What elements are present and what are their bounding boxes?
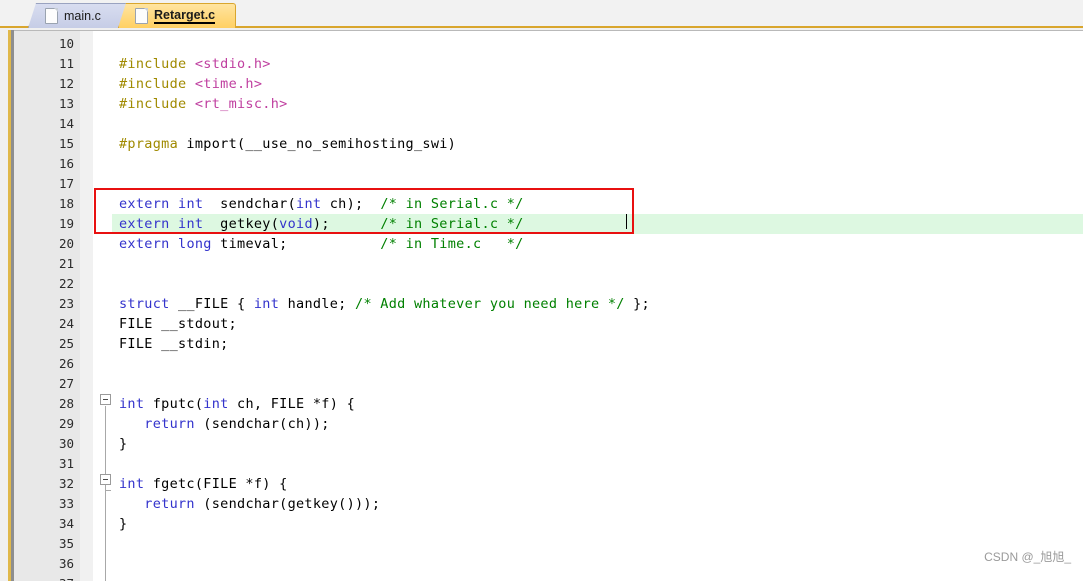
line-text: return (sendchar(getkey())); [144, 496, 381, 512]
line-text: } [119, 516, 128, 532]
line-number: 35 [58, 536, 74, 551]
code-line[interactable]: 36 [14, 554, 1083, 574]
code-line[interactable]: 28 int fputc(int ch, FILE *f) { [14, 394, 1083, 414]
code-line[interactable]: 33 return (sendchar(getkey())); [14, 494, 1083, 514]
line-number: 28 [58, 396, 74, 411]
line-number: 13 [58, 96, 74, 111]
code-line[interactable]: 13 #include <rt_misc.h> [14, 94, 1083, 114]
line-text: FILE __stdout; [119, 316, 237, 332]
line-number: 25 [58, 336, 74, 351]
tab-main-c[interactable]: main.c [28, 3, 128, 28]
line-number: 31 [58, 456, 74, 471]
watermark: CSDN @_旭旭_ [984, 550, 1071, 564]
file-icon [135, 8, 148, 24]
code-line[interactable]: 12 #include <time.h> [14, 74, 1083, 94]
code-line[interactable]: 37 [14, 574, 1083, 581]
code-line[interactable]: 15 #pragma import(__use_no_semihosting_sw… [14, 134, 1083, 154]
line-text: #include <stdio.h> [119, 56, 271, 72]
line-number: 29 [58, 416, 74, 431]
code-lines[interactable]: 10 11 #include <stdio.h> 12 #include <time.h… [14, 34, 1083, 581]
line-text: int fgetc(FILE *f) { [119, 476, 288, 492]
line-text: struct __FILE { int handle; /* Add whate… [119, 296, 650, 312]
line-text: extern int sendchar(int ch); /* in Seria… [119, 196, 524, 212]
code-editor-window: main.c Retarget.c 10 11 #include <stdio.h>… [0, 0, 1083, 581]
code-line[interactable]: 27 [14, 374, 1083, 394]
line-number: 23 [58, 296, 74, 311]
code-line[interactable]: 22 [14, 274, 1083, 294]
line-number: 30 [58, 436, 74, 451]
code-line[interactable]: 20 extern long timeval; /* in Time.c */ [14, 234, 1083, 254]
text-caret [626, 214, 627, 229]
line-text: } [119, 436, 128, 452]
editor-tab-bar: main.c Retarget.c [0, 0, 1083, 28]
code-line[interactable]: 34} [14, 514, 1083, 534]
line-text: #include <time.h> [119, 76, 263, 92]
code-line[interactable]: 21 [14, 254, 1083, 274]
line-number: 11 [58, 56, 74, 71]
code-line[interactable]: 17 [14, 174, 1083, 194]
code-line[interactable]: 31 [14, 454, 1083, 474]
code-line[interactable]: 19 extern int getkey(void); /* in Serial.… [14, 214, 1083, 234]
code-line[interactable]: 24 FILE __stdout; [14, 314, 1083, 334]
code-line[interactable]: 14 [14, 114, 1083, 134]
line-text: #include <rt_misc.h> [119, 96, 288, 112]
editor-inner: 10 11 #include <stdio.h> 12 #include <time.h… [14, 30, 1083, 581]
line-number: 18 [58, 196, 74, 211]
tab-label: main.c [64, 9, 101, 23]
line-text: #pragma import(__use_no_semihosting_swi) [119, 136, 457, 152]
code-line[interactable]: 16 [14, 154, 1083, 174]
file-icon [45, 8, 58, 24]
tab-retarget-c[interactable]: Retarget.c [118, 3, 236, 28]
line-number: 12 [58, 76, 74, 91]
line-number: 14 [58, 116, 74, 131]
line-text: FILE __stdin; [119, 336, 229, 352]
line-number: 10 [58, 36, 74, 51]
line-number: 36 [58, 556, 74, 571]
line-number: 24 [58, 316, 74, 331]
line-number: 37 [14, 574, 74, 581]
line-number: 16 [58, 156, 74, 171]
line-text: extern int getkey(void); /* in Serial.c … [119, 216, 524, 232]
tab-label: Retarget.c [154, 8, 216, 24]
code-line[interactable]: 10 [14, 34, 1083, 54]
line-number: 21 [58, 256, 74, 271]
line-text: return (sendchar(ch)); [144, 416, 330, 432]
line-number: 32 [58, 476, 74, 491]
source-editor[interactable]: 10 11 #include <stdio.h> 12 #include <time.h… [8, 30, 1083, 581]
line-number: 19 [58, 216, 74, 231]
code-line[interactable]: 23 struct __FILE { int handle; /* Add wha… [14, 294, 1083, 314]
line-text: extern long timeval; /* in Time.c */ [119, 236, 524, 252]
line-number: 26 [58, 356, 74, 371]
code-line[interactable]: 26 [14, 354, 1083, 374]
line-text: int fputc(int ch, FILE *f) { [119, 396, 356, 412]
line-number: 20 [58, 236, 74, 251]
line-number: 22 [58, 276, 74, 291]
code-line[interactable]: 30} [14, 434, 1083, 454]
line-number: 34 [58, 516, 74, 531]
code-line[interactable]: 32 int fgetc(FILE *f) { [14, 474, 1083, 494]
line-number: 33 [58, 496, 74, 511]
code-line[interactable]: 35 [14, 534, 1083, 554]
code-line[interactable]: 25 FILE __stdin; [14, 334, 1083, 354]
code-line[interactable]: 29 return (sendchar(ch)); [14, 414, 1083, 434]
line-number: 15 [58, 136, 74, 151]
code-line[interactable]: 18 extern int sendchar(int ch); /* in Ser… [14, 194, 1083, 214]
line-number: 17 [58, 176, 74, 191]
code-line[interactable]: 11 #include <stdio.h> [14, 54, 1083, 74]
line-number: 27 [58, 376, 74, 391]
